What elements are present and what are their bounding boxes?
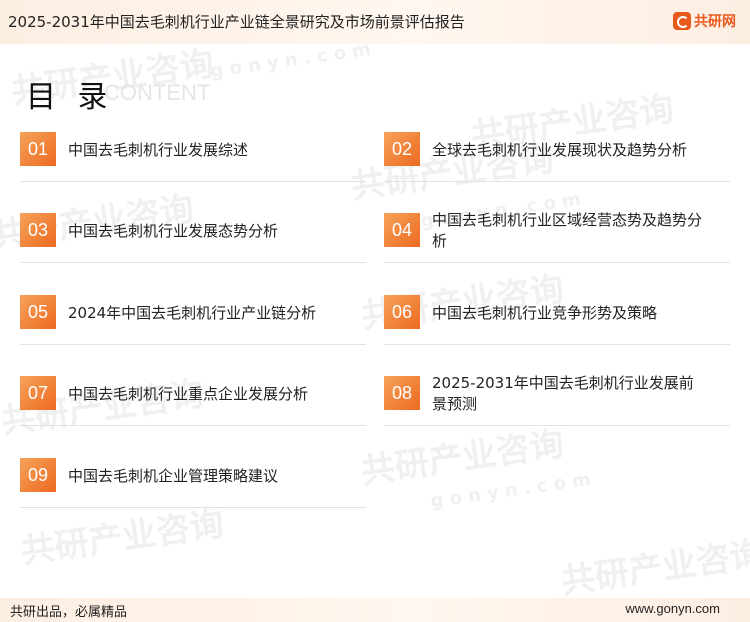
footer-slogan: 共研出品，必属精品 <box>10 605 128 620</box>
item-label: 中国去毛刺机行业发展综述 <box>68 140 249 159</box>
item-number-badge: 09 <box>20 458 56 492</box>
item-label: 中国去毛刺机行业区域经营态势及趋势分析 <box>432 211 703 250</box>
toc-item-02[interactable]: 02 全球去毛刺机行业发展现状及趋势分析 <box>384 126 730 182</box>
toc-subtitle: CONTENT <box>104 80 211 105</box>
item-divider <box>20 262 366 263</box>
item-label: 中国去毛刺机行业重点企业发展分析 <box>68 384 309 403</box>
watermark-url: g o n y n . c o m <box>209 38 373 83</box>
item-number-badge: 03 <box>20 213 56 247</box>
toc-item-03[interactable]: 03 中国去毛刺机行业发展态势分析 <box>20 207 366 263</box>
toc-item-09[interactable]: 09 中国去毛刺机企业管理策略建议 <box>20 452 366 508</box>
toc-title: 目 录 <box>26 80 114 115</box>
item-number-badge: 07 <box>20 376 56 410</box>
item-divider <box>384 344 730 345</box>
item-label: 中国去毛刺机企业管理策略建议 <box>68 466 279 485</box>
item-divider <box>384 181 730 182</box>
item-divider <box>384 262 730 263</box>
brand-name: 共研网 <box>694 14 736 30</box>
item-divider <box>20 181 366 182</box>
item-number-badge: 04 <box>384 213 420 247</box>
item-number-badge: 06 <box>384 295 420 329</box>
watermark-text: 共研产业咨询 <box>558 533 750 602</box>
toc-item-04[interactable]: 04 中国去毛刺机行业区域经营态势及趋势分析 <box>384 207 730 263</box>
toc-item-07[interactable]: 07 中国去毛刺机行业重点企业发展分析 <box>20 370 366 426</box>
toc-item-01[interactable]: 01 中国去毛刺机行业发展综述 <box>20 126 366 182</box>
header-band: 2025-2031年中国去毛刺机行业产业链全景研究及市场前景评估报告 共研网 <box>0 0 750 44</box>
item-divider <box>20 344 366 345</box>
brand-logo: 共研网 <box>673 9 736 33</box>
item-number-badge: 02 <box>384 132 420 166</box>
item-label: 中国去毛刺机行业竞争形势及策略 <box>432 303 658 322</box>
item-label: 2024年中国去毛刺机行业产业链分析 <box>68 303 317 322</box>
item-label: 全球去毛刺机行业发展现状及趋势分析 <box>432 140 688 159</box>
item-divider <box>20 425 366 426</box>
item-divider <box>20 507 366 508</box>
item-label: 中国去毛刺机行业发展态势分析 <box>68 221 279 240</box>
item-divider <box>384 425 730 426</box>
brand-logo-icon <box>673 12 691 30</box>
item-label: 2025-2031年中国去毛刺机行业发展前景预测 <box>432 374 694 413</box>
footer-website: www.gonyn.com <box>625 601 720 616</box>
toc-item-08[interactable]: 08 2025-2031年中国去毛刺机行业发展前景预测 <box>384 370 730 426</box>
watermark-url: g o n y n . c o m <box>429 468 593 513</box>
footer-band: 共研出品，必属精品 www.gonyn.com <box>0 598 750 622</box>
item-number-badge: 05 <box>20 295 56 329</box>
toc-item-05[interactable]: 05 2024年中国去毛刺机行业产业链分析 <box>20 289 366 345</box>
watermark-text: 共研产业咨询 <box>358 423 567 492</box>
item-number-badge: 08 <box>384 376 420 410</box>
item-number-badge: 01 <box>20 132 56 166</box>
report-title: 2025-2031年中国去毛刺机行业产业链全景研究及市场前景评估报告 <box>8 13 465 31</box>
toc-item-06[interactable]: 06 中国去毛刺机行业竞争形势及策略 <box>384 289 730 345</box>
